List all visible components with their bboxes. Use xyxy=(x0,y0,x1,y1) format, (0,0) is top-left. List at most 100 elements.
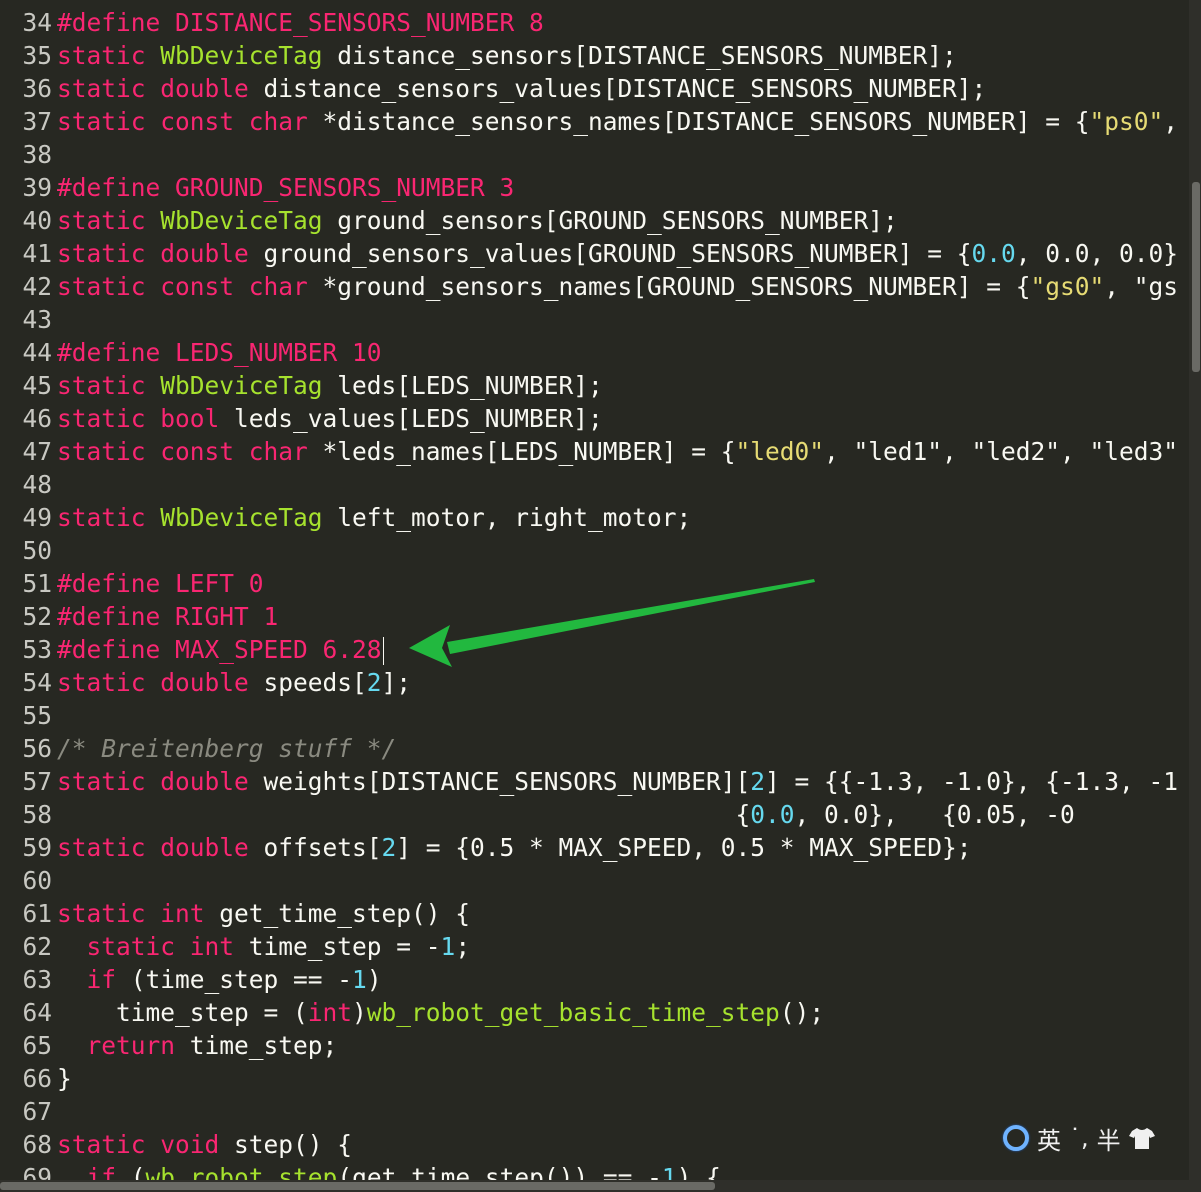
code-token: #define GROUND_SENSORS_NUMBER 3 xyxy=(57,173,515,202)
code-line[interactable]: 55 xyxy=(0,699,57,732)
code-line[interactable]: 52 #define RIGHT 1 xyxy=(0,600,278,633)
code-token: { xyxy=(57,800,751,829)
code-token: static xyxy=(57,206,161,235)
code-line[interactable]: 42 static const char *ground_sensors_name… xyxy=(0,270,1178,303)
code-line[interactable]: 69 if (wb_robot_step(get_time_step()) ==… xyxy=(0,1161,721,1180)
code-line[interactable]: 57 static double weights[DISTANCE_SENSORS… xyxy=(0,765,1178,798)
line-number: 53 xyxy=(22,635,52,664)
line-number: 51 xyxy=(22,569,52,598)
code-token: } xyxy=(57,1064,72,1093)
code-token: #define LEDS_NUMBER 10 xyxy=(57,338,382,367)
code-line[interactable]: 63 if (time_step == -1) xyxy=(0,963,382,996)
code-line[interactable]: 50 xyxy=(0,534,57,567)
code-token: time_step; xyxy=(175,1031,338,1060)
ime-skin-icon[interactable] xyxy=(1128,1126,1155,1150)
code-line[interactable]: 46 static bool leds_values[LEDS_NUMBER]; xyxy=(0,402,602,435)
code-token: static double xyxy=(57,668,249,697)
code-token: ) { xyxy=(676,1163,721,1180)
code-token: (); xyxy=(779,998,825,1027)
code-line[interactable]: 40 static WbDeviceTag ground_sensors[GROU… xyxy=(0,204,898,237)
line-number: 60 xyxy=(22,866,52,895)
code-token: WbDeviceTag xyxy=(160,503,323,532)
code-token: WbDeviceTag xyxy=(160,41,323,70)
horizontal-scrollbar-thumb[interactable] xyxy=(0,1182,715,1190)
code-line[interactable]: 53 #define MAX_SPEED 6.28 xyxy=(0,633,384,666)
line-number: 41 xyxy=(22,239,52,268)
text-cursor xyxy=(382,637,384,665)
code-token: static xyxy=(57,503,161,532)
code-token: *leds_names[LEDS_NUMBER] = { xyxy=(307,437,736,466)
code-line[interactable]: 36 static double distance_sensors_values[… xyxy=(0,72,986,105)
code-token: #define DISTANCE_SENSORS_NUMBER 8 xyxy=(57,8,544,37)
vertical-scrollbar-thumb[interactable] xyxy=(1192,182,1200,372)
code-line[interactable]: 37 static const char *distance_sensors_na… xyxy=(0,105,1189,138)
ime-width-toggle[interactable]: 半 xyxy=(1097,1121,1121,1156)
code-line[interactable]: 54 static double speeds[2]; xyxy=(0,666,411,699)
code-token: static bool xyxy=(57,404,220,433)
line-number: 46 xyxy=(22,404,52,433)
code-line[interactable]: 62 static int time_step = -1; xyxy=(0,930,470,963)
code-token: distance_sensors_values[DISTANCE_SENSORS… xyxy=(248,74,987,103)
code-line[interactable]: 59 static double offsets[2] = {0.5 * MAX_… xyxy=(0,831,972,864)
code-line[interactable]: 60 xyxy=(0,864,57,897)
code-editor[interactable]: 34 #define DISTANCE_SENSORS_NUMBER 8 35 sta… xyxy=(0,0,1189,1180)
code-token: static void xyxy=(57,1130,220,1159)
code-line[interactable]: 64 time_step = (int)wb_robot_get_basic_t… xyxy=(0,996,824,1029)
line-number: 54 xyxy=(22,668,52,697)
line-number: 56 xyxy=(22,734,52,763)
code-line[interactable]: 45 static WbDeviceTag leds[LEDS_NUMBER]; xyxy=(0,369,602,402)
code-token: static xyxy=(57,371,161,400)
code-token: static double xyxy=(57,833,249,862)
code-line[interactable]: 43 xyxy=(0,303,57,336)
code-token: static double xyxy=(57,74,249,103)
ime-logo-icon[interactable] xyxy=(1003,1125,1029,1151)
code-token: 1 xyxy=(661,1163,677,1180)
code-token: ground_sensors[GROUND_SENSORS_NUMBER]; xyxy=(322,206,898,235)
code-token: #define LEFT 0 xyxy=(57,569,264,598)
code-token: "ps0" xyxy=(1089,107,1164,136)
code-line[interactable]: 58 {0.0, 0.0}, {0.05, -0 xyxy=(0,798,1074,831)
ime-language-toggle[interactable]: 英 xyxy=(1037,1121,1061,1156)
line-number: 44 xyxy=(22,338,52,367)
code-line[interactable]: 65 return time_step; xyxy=(0,1029,337,1062)
code-token: ) xyxy=(366,965,382,994)
code-line[interactable]: 38 xyxy=(0,138,57,171)
code-line[interactable]: 67 xyxy=(0,1095,57,1128)
code-line[interactable]: 51 #define LEFT 0 xyxy=(0,567,264,600)
code-line[interactable]: 41 static double ground_sensors_values[GR… xyxy=(0,237,1178,270)
code-token: *distance_sensors_names[DISTANCE_SENSORS… xyxy=(307,107,1090,136)
line-number: 69 xyxy=(22,1163,52,1180)
code-line[interactable]: 47 static const char *leds_names[LEDS_NUM… xyxy=(0,435,1178,468)
line-number: 68 xyxy=(22,1130,52,1159)
code-line[interactable]: 44 #define LEDS_NUMBER 10 xyxy=(0,336,382,369)
code-line[interactable]: 68 static void step() { xyxy=(0,1128,352,1161)
line-number: 42 xyxy=(22,272,52,301)
code-token: left_motor, right_motor; xyxy=(322,503,692,532)
ime-toolbar[interactable]: 英 ˙, 半 xyxy=(1003,1118,1189,1158)
code-line[interactable]: 49 static WbDeviceTag left_motor, right_m… xyxy=(0,501,691,534)
line-number: 66 xyxy=(22,1064,52,1093)
line-number: 57 xyxy=(22,767,52,796)
code-token: "led0" xyxy=(735,437,825,466)
line-number: 37 xyxy=(22,107,52,136)
code-line[interactable]: 66} xyxy=(0,1062,72,1095)
vertical-scrollbar[interactable] xyxy=(1189,0,1201,1180)
code-token: wb_robot_step xyxy=(145,1163,338,1180)
code-line[interactable]: 48 xyxy=(0,468,57,501)
code-line[interactable]: 35 static WbDeviceTag distance_sensors[DI… xyxy=(0,39,956,72)
code-token: ] = {0.5 * MAX_SPEED, 0.5 * MAX_SPEED}; xyxy=(396,833,972,862)
line-number: 35 xyxy=(22,41,52,70)
code-line[interactable]: 56/* Breitenberg stuff */ xyxy=(0,732,396,765)
code-line[interactable]: 61 static int get_time_step() { xyxy=(0,897,470,930)
ime-punctuation-toggle[interactable]: ˙, xyxy=(1069,1124,1089,1152)
line-number: 45 xyxy=(22,371,52,400)
code-token: return xyxy=(86,1031,176,1060)
code-line[interactable]: 39 #define GROUND_SENSORS_NUMBER 3 xyxy=(0,171,514,204)
line-number: 38 xyxy=(22,140,52,169)
line-number: 63 xyxy=(22,965,52,994)
code-line[interactable]: 34 #define DISTANCE_SENSORS_NUMBER 8 xyxy=(0,6,544,39)
